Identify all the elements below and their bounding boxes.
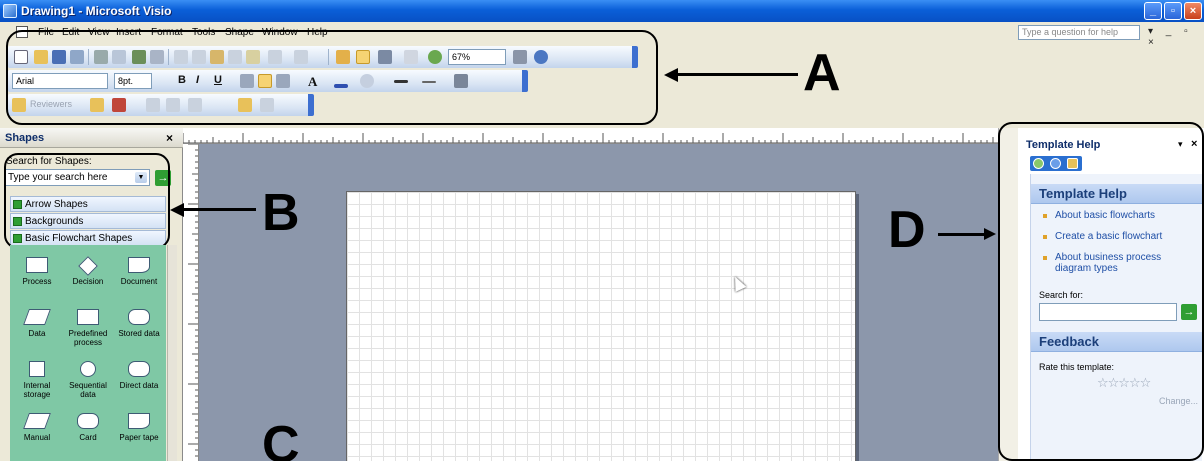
master-manual[interactable]: Manual — [12, 405, 62, 461]
stored-data-shape-icon — [128, 309, 150, 325]
arrow-d-head — [984, 228, 996, 240]
stencil-scrollbar[interactable] — [167, 245, 177, 461]
shapes-pane-header: Shapes × — [0, 128, 183, 148]
master-label: Document — [120, 277, 158, 286]
manual-shape-icon — [23, 413, 51, 429]
master-label: Internal storage — [23, 381, 51, 399]
master-label: Direct data — [119, 381, 159, 390]
document-window-controls[interactable]: ▾ _ ▫ × — [1148, 26, 1204, 48]
help-question-box[interactable]: Type a question for help — [1018, 25, 1140, 40]
master-label: Process — [22, 277, 52, 286]
callout-outline-a — [6, 30, 658, 125]
visio-app-icon[interactable] — [3, 4, 17, 18]
horizontal-ruler[interactable] — [183, 128, 998, 144]
callout-letter-a: A — [803, 44, 841, 102]
callout-outline-b — [4, 153, 170, 249]
shapes-pane-title: Shapes — [5, 132, 45, 144]
window-title: Drawing1 - Microsoft Visio — [21, 4, 172, 18]
paper-tape-shape-icon — [128, 413, 150, 429]
callout-outline-d — [998, 122, 1204, 461]
vertical-ruler[interactable] — [183, 143, 199, 461]
process-shape-icon — [26, 257, 48, 273]
arrow-a-line — [676, 73, 798, 76]
master-label: Manual — [23, 433, 51, 442]
document-shape-icon — [128, 257, 150, 273]
master-paper-tape[interactable]: Paper tape — [114, 405, 164, 461]
direct-data-shape-icon — [128, 361, 150, 377]
master-label: Predefined process — [68, 329, 108, 347]
master-label: Sequential data — [69, 381, 107, 399]
master-label: Stored data — [118, 329, 160, 338]
shapes-pane-close-icon[interactable]: × — [166, 131, 173, 145]
title-bar: Drawing1 - Microsoft Visio _ ▫ × — [0, 0, 1204, 22]
callout-letter-b: B — [262, 184, 300, 242]
drawing-page[interactable] — [346, 191, 856, 461]
data-shape-icon — [23, 309, 51, 325]
shapes-pane: Shapes × Search for Shapes: Type your se… — [0, 128, 183, 461]
master-label: Data — [28, 329, 46, 338]
minimize-button[interactable]: _ — [1144, 2, 1162, 20]
arrow-d-line — [938, 233, 986, 236]
callout-letter-c: C — [262, 416, 300, 461]
flowchart-stencil-masters: Process Decision Document Data Predefine… — [10, 245, 166, 461]
internal-storage-shape-icon — [29, 361, 45, 377]
master-label: Decision — [72, 277, 104, 286]
maximize-button[interactable]: ▫ — [1164, 2, 1182, 20]
predefined-process-shape-icon — [77, 309, 99, 325]
master-label: Paper tape — [119, 433, 159, 442]
card-shape-icon — [77, 413, 99, 429]
master-label: Card — [79, 433, 97, 442]
close-button[interactable]: × — [1184, 2, 1202, 20]
callout-letter-d: D — [888, 201, 926, 259]
decision-shape-icon — [78, 256, 98, 276]
sequential-data-shape-icon — [80, 361, 96, 377]
arrow-b-line — [182, 208, 256, 211]
master-card[interactable]: Card — [63, 405, 113, 461]
